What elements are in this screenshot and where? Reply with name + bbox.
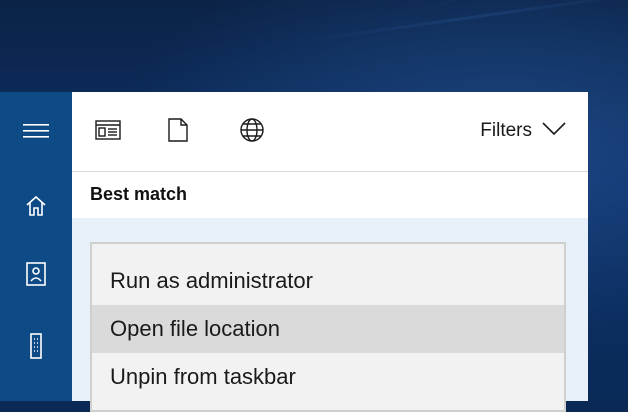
filters-label: Filters — [480, 120, 532, 141]
device-button[interactable] — [0, 324, 72, 372]
menu-item-unpin-from-taskbar[interactable]: Unpin from taskbar — [92, 353, 564, 401]
context-menu: Run as administrator Open file location … — [90, 242, 566, 412]
menu-item-run-as-administrator[interactable]: Run as administrator — [92, 257, 564, 305]
web-scope-button[interactable] — [232, 112, 272, 152]
hamburger-menu-icon — [23, 123, 49, 143]
device-icon — [28, 332, 44, 364]
chevron-down-icon — [542, 120, 566, 142]
wallpaper-light-ray — [299, 0, 628, 43]
search-scope-bar: Filters — [72, 92, 588, 172]
apps-scope-icon — [95, 119, 121, 145]
best-match-result-area: Run as administrator Open file location … — [72, 218, 588, 412]
home-button[interactable] — [0, 184, 72, 232]
notebook-button[interactable] — [0, 252, 72, 300]
menu-item-open-file-location[interactable]: Open file location — [92, 305, 564, 353]
filters-button[interactable]: Filters — [480, 120, 566, 142]
apps-scope-button[interactable] — [88, 112, 128, 152]
hamburger-menu-button[interactable] — [0, 109, 72, 157]
web-scope-icon — [240, 117, 264, 147]
documents-scope-icon — [168, 117, 188, 147]
search-panel: Filters Best match Run as administrator … — [72, 92, 588, 412]
start-left-rail — [0, 92, 72, 401]
best-match-heading: Best match — [72, 172, 588, 218]
documents-scope-button[interactable] — [158, 112, 198, 152]
home-icon — [24, 194, 48, 223]
notebook-icon — [24, 261, 48, 292]
